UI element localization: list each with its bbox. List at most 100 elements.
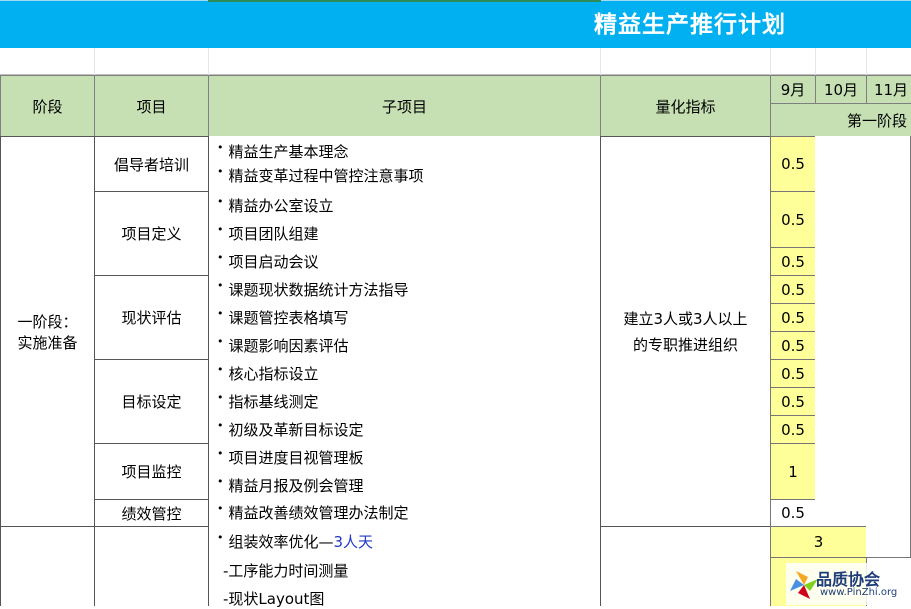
- empty-cell: [866, 331, 911, 360]
- days-cell: 0.5: [770, 191, 816, 248]
- bullet-icon: •: [217, 502, 224, 515]
- empty-cell: [815, 359, 867, 388]
- empty-cell: [815, 387, 867, 416]
- empty-cell: [866, 247, 911, 276]
- subitem-text: 精益改善绩效管理办法制定: [228, 504, 409, 522]
- empty-cell: [815, 191, 867, 220]
- subitem-text: 组装效率优化—: [228, 533, 334, 551]
- bullet-icon: •: [217, 250, 224, 264]
- days-cell: 1: [770, 443, 816, 500]
- bullet-icon: •: [217, 474, 224, 488]
- project-cell: 项目监控: [94, 443, 209, 500]
- project-cell: 目标设定: [94, 359, 209, 444]
- empty-cell: [866, 191, 911, 220]
- subitem-text: 指标基线测定: [228, 392, 319, 411]
- empty-cell: [815, 471, 867, 500]
- days-cell: 0.5: [770, 275, 816, 304]
- subitem-cell: • 课题现状数据统计方法指导: [208, 275, 601, 304]
- subitem-cell-group: • 精益生产基本理念 • 精益变革过程中管控注意事项: [208, 136, 601, 192]
- header-month-sep: 9月: [770, 75, 816, 104]
- subitem-cell: • 组装效率优化— 3人天: [208, 526, 601, 558]
- subitem-line: • 精益变革过程中管控注意事项: [217, 164, 424, 188]
- subitem-cell: • 初级及革新目标设定: [208, 415, 601, 444]
- project-cell: 绩效管控: [94, 499, 209, 527]
- empty-cell: [815, 443, 867, 472]
- project-cell: [94, 526, 209, 606]
- header-project: 项目: [94, 75, 209, 137]
- subitem-text: 初级及革新目标设定: [228, 420, 364, 439]
- empty-cell: [815, 275, 867, 304]
- subitem-cell: • 课题影响因素评估: [208, 331, 601, 360]
- subitem-cell: • 核心指标设立: [208, 359, 601, 388]
- days-cell: 0.5: [770, 387, 816, 416]
- subitem-text: 精益变革过程中管控注意事项: [228, 167, 424, 185]
- gridline: [94, 48, 95, 75]
- header-metric: 量化指标: [600, 75, 771, 137]
- empty-cell: [866, 415, 911, 444]
- subitem-highlight: 3人天: [333, 533, 374, 551]
- empty-cell: [866, 275, 911, 304]
- subitem-text: 项目团队组建: [228, 224, 319, 243]
- gridline: [815, 48, 816, 75]
- subitem-text: 项目启动会议: [228, 252, 319, 271]
- days-cell: 0.5: [770, 359, 816, 388]
- empty-cell: [866, 526, 911, 558]
- subitem-cell: • 项目团队组建: [208, 219, 601, 248]
- empty-cell: [815, 499, 867, 527]
- subitem-text: 课题现状数据统计方法指导: [228, 280, 409, 299]
- bullet-icon: •: [217, 531, 224, 544]
- gridline: [770, 48, 771, 75]
- empty-cell: [866, 219, 911, 248]
- bullet-icon: •: [217, 362, 224, 376]
- days-cell: 0.5: [770, 247, 816, 276]
- subitem-text: 精益办公室设立: [228, 196, 334, 215]
- header-stage: 阶段: [0, 75, 95, 137]
- subitem-line: • 精益生产基本理念: [217, 140, 349, 164]
- bullet-icon: •: [217, 334, 224, 348]
- days-cell: 0.5: [770, 136, 816, 192]
- empty-cell: [815, 415, 867, 444]
- header-phase: 第一阶段: [770, 103, 911, 137]
- page-title: 精益生产推行计划: [594, 12, 786, 38]
- empty-cell: [815, 303, 867, 332]
- stage1-name-line1: 一阶段：: [17, 312, 78, 331]
- bullet-icon: •: [217, 194, 224, 208]
- gridline: [208, 48, 209, 75]
- days-cell: 0.5: [770, 303, 816, 332]
- subitem-cell: • 指标基线测定: [208, 387, 601, 416]
- metric-cell: 建立3人或3人以上 的专职推进组织: [600, 136, 771, 527]
- metric-line2: 的专职推进组织: [632, 335, 738, 354]
- subitem-text: 课题影响因素评估: [228, 336, 349, 355]
- header-month-oct: 10月: [815, 75, 867, 104]
- bullet-icon: •: [217, 222, 224, 236]
- bullet-icon: •: [217, 418, 224, 432]
- subitem-text: 精益月报及例会管理: [228, 476, 364, 495]
- empty-cell: [815, 219, 867, 248]
- empty-cell: [866, 443, 911, 472]
- subitem-text: 课题管控表格填写: [228, 308, 349, 327]
- blank-row: [0, 48, 911, 75]
- empty-cell: [866, 359, 911, 388]
- bullet-icon: •: [217, 390, 224, 404]
- stage2-cell: [0, 526, 95, 606]
- subitem-text: 项目进度目视管理板: [228, 448, 364, 467]
- empty-cell: [815, 331, 867, 360]
- days-cell: 0.5: [770, 331, 816, 360]
- subitem-cell: • 精益月报及例会管理: [208, 471, 601, 500]
- subitem-cell: • 精益办公室设立: [208, 191, 601, 220]
- gridline: [600, 48, 601, 75]
- empty-cell: [866, 136, 911, 192]
- bullet-icon: •: [217, 446, 224, 460]
- subitem-cell: -工序能力时间测量: [208, 557, 601, 585]
- empty-cell: [815, 136, 867, 192]
- header-subitem: 子项目: [208, 75, 601, 137]
- project-cell: 现状评估: [94, 275, 209, 360]
- empty-cell: [866, 471, 911, 500]
- empty-cell: [815, 247, 867, 276]
- subitem-cell: -现状Layout图: [208, 584, 601, 608]
- header-month-nov: 11月: [866, 75, 911, 104]
- subitem-text: 精益生产基本理念: [228, 143, 349, 161]
- subitem-cell: • 精益改善绩效管理办法制定: [208, 499, 601, 527]
- project-cell: 项目定义: [94, 191, 209, 276]
- bullet-icon: •: [217, 165, 224, 178]
